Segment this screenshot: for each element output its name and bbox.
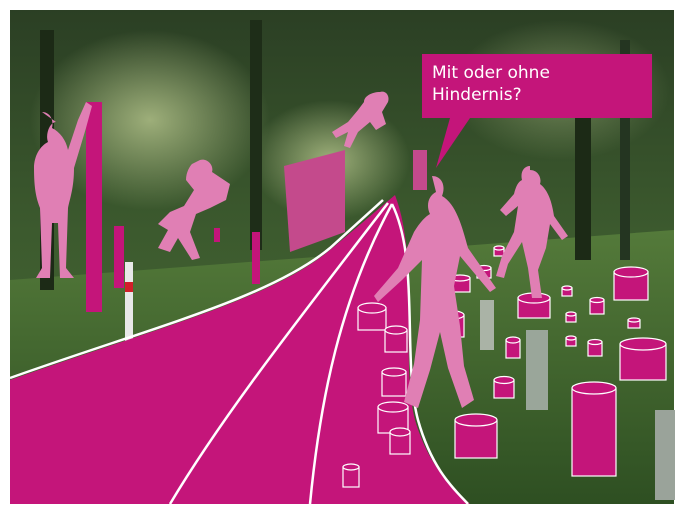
cylinder (454, 413, 498, 459)
cylinder (493, 245, 505, 257)
cylinder (627, 317, 641, 329)
cylinder (505, 336, 521, 359)
cylinder (613, 266, 649, 301)
speech-bubble-line-2: Hindernis? (432, 85, 522, 105)
cylinder (384, 325, 408, 353)
speech-bubble-line-1: Mit oder ohne (432, 63, 550, 83)
cylinder (561, 285, 573, 297)
cylinder (565, 335, 577, 347)
speech-bubble: Mit oder ohne Hindernis? (432, 62, 642, 106)
cylinder (565, 311, 577, 323)
cylinder (571, 381, 617, 477)
cylinder (381, 367, 407, 397)
cylinder (357, 302, 387, 331)
cylinder (342, 463, 360, 488)
cylinder (619, 337, 667, 381)
cylinder (389, 427, 411, 455)
cylinder (493, 375, 515, 399)
cylinder (589, 296, 605, 315)
cylinder (587, 338, 603, 357)
